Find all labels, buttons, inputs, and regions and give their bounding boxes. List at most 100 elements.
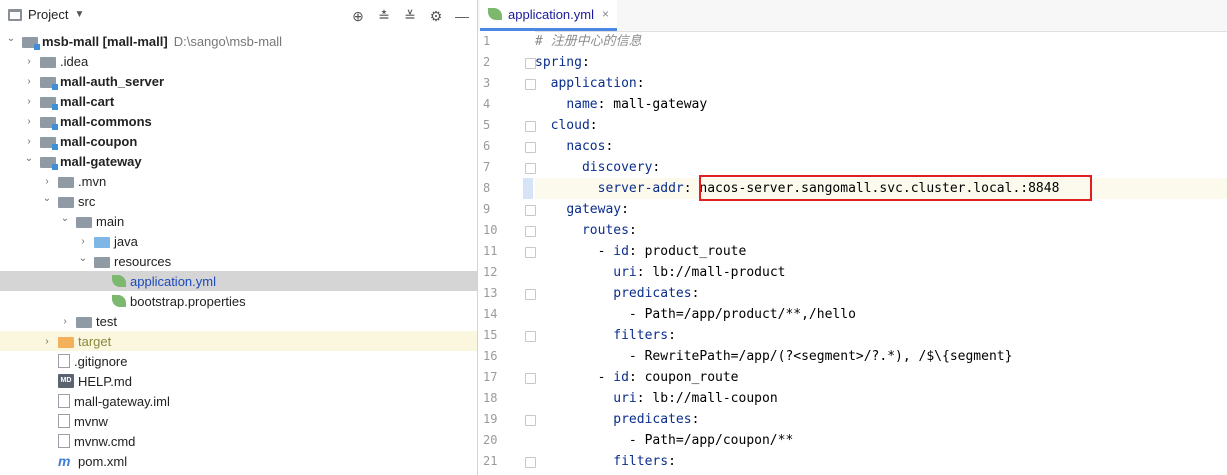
tree-item-label: mall-coupon	[60, 133, 138, 149]
code-line: - id: product_route	[535, 241, 1227, 262]
tree-item[interactable]: mall-gateway.iml	[0, 391, 477, 411]
close-icon[interactable]: ×	[602, 7, 609, 21]
spring-leaf-icon	[112, 295, 126, 307]
code-line: - Path=/app/product/**,/hello	[535, 304, 1227, 325]
chevron-right-icon[interactable]: ›	[58, 316, 72, 327]
code-line: - RewritePath=/app/(?<segment>/?.*), /$\…	[535, 346, 1227, 367]
folder-icon	[58, 196, 74, 208]
tree-item[interactable]: › target	[0, 331, 477, 351]
tree-item-label: .idea	[60, 53, 89, 69]
collapse-all-icon[interactable]: ≚	[403, 7, 417, 25]
tree-item[interactable]: MD HELP.md	[0, 371, 477, 391]
module-folder-icon	[22, 36, 40, 50]
crosshair-icon[interactable]: ⊕	[351, 7, 365, 25]
tree-item[interactable]: application.yml	[0, 271, 477, 291]
chevron-right-icon[interactable]: ›	[76, 236, 90, 247]
code-token: :	[652, 160, 661, 175]
expand-all-icon[interactable]: ≛	[377, 7, 391, 25]
tree-item-label: resources	[114, 253, 172, 269]
chevron-right-icon[interactable]: ›	[22, 136, 36, 147]
code-token: filters	[613, 454, 669, 469]
chevron-right-icon[interactable]: ›	[22, 96, 36, 107]
tree-item[interactable]: bootstrap.properties	[0, 291, 477, 311]
chevron-down-icon[interactable]: ⌄	[4, 33, 18, 44]
code-token: :	[605, 139, 614, 154]
maven-icon: m	[58, 453, 71, 469]
folder-icon	[76, 216, 92, 228]
tab-application-yml[interactable]: application.yml ×	[480, 0, 618, 31]
file-icon	[58, 414, 70, 428]
code-line: predicates:	[535, 409, 1227, 430]
project-tree: ⌄ msb-mall [mall-mall] D:\sango\msb-mall ›.…	[0, 31, 477, 471]
project-icon	[8, 8, 22, 21]
code-token: application	[550, 76, 637, 91]
tree-item[interactable]: › .idea	[0, 51, 477, 71]
chevron-down-icon[interactable]: ⌄	[22, 153, 36, 164]
chevron-right-icon[interactable]: ›	[22, 56, 36, 67]
code-line: # 注册中心的信息	[535, 31, 1227, 52]
tree-item[interactable]: › test	[0, 311, 477, 331]
code-token: filters	[613, 328, 669, 343]
tree-item[interactable]: ⌄ main	[0, 211, 477, 231]
code-token: cloud	[550, 118, 590, 133]
tree-item[interactable]: › mall-auth_server	[0, 71, 477, 91]
folder-icon	[76, 316, 92, 328]
current-line-marker	[523, 178, 533, 199]
chevron-down-icon[interactable]: ⌄	[76, 253, 90, 264]
code-token: discovery	[581, 160, 653, 175]
tree-item-label: mall-commons	[60, 113, 152, 129]
code-line: filters:	[535, 451, 1227, 472]
tree-item-label: mall-gateway	[60, 153, 142, 169]
code-area[interactable]: # 注册中心的信息 spring: application: name: mall…	[535, 31, 1227, 475]
source-folder-icon	[94, 236, 110, 248]
module-folder-icon	[40, 136, 58, 150]
project-view-selector[interactable]: Project ▼	[8, 7, 84, 22]
tree-item[interactable]: mvnw.cmd	[0, 431, 477, 451]
editor-panel: application.yml × 1 2 3 4 5 6 7 8 9 10 11 12 13 14 15 1…	[478, 0, 1227, 475]
editor-tabbar: application.yml ×	[478, 0, 1227, 32]
line-number: 12	[483, 265, 498, 279]
chevron-down-icon[interactable]: ⌄	[40, 193, 54, 204]
code-token: :	[668, 328, 676, 343]
tree-item-label: bootstrap.properties	[130, 293, 246, 309]
chevron-right-icon[interactable]: ›	[22, 116, 36, 127]
tree-item[interactable]: ⌄ src	[0, 191, 477, 211]
code-token: # 注册中心的信息	[535, 34, 642, 49]
file-icon	[58, 394, 70, 408]
tree-item[interactable]: › mall-commons	[0, 111, 477, 131]
spring-leaf-icon	[112, 275, 126, 287]
chevron-right-icon[interactable]: ›	[40, 176, 54, 187]
tree-item-label: mall-cart	[60, 93, 115, 109]
chevron-right-icon[interactable]: ›	[22, 76, 36, 87]
code-token: predicates	[613, 412, 692, 427]
code-token: spring	[535, 55, 582, 70]
tree-item[interactable]: › mall-cart	[0, 91, 477, 111]
tree-item[interactable]: ⌄ mall-gateway	[0, 151, 477, 171]
tree-item[interactable]: m pom.xml	[0, 451, 477, 471]
code-token: :	[691, 412, 700, 427]
tree-item[interactable]: › .mvn	[0, 171, 477, 191]
code-token: server-addr	[597, 181, 684, 196]
tree-item[interactable]: ⌄ resources	[0, 251, 477, 271]
tree-item[interactable]: › mall-coupon	[0, 131, 477, 151]
tree-item-label: mvnw.cmd	[74, 433, 136, 449]
code-token: : lb://mall-coupon	[636, 391, 778, 406]
tree-item[interactable]: mvnw	[0, 411, 477, 431]
minimize-icon[interactable]: —	[455, 7, 469, 25]
gear-icon[interactable]: ⚙	[429, 7, 443, 25]
chevron-right-icon[interactable]: ›	[40, 336, 54, 347]
code-line: uri: lb://mall-product	[535, 262, 1227, 283]
code-token: - RewritePath=/app/(?<segment>/?.*), /$\…	[535, 349, 1013, 364]
chevron-down-icon[interactable]: ⌄	[58, 213, 72, 224]
tree-item[interactable]: › java	[0, 231, 477, 251]
tree-item-label: .gitignore	[74, 353, 128, 369]
code-line: predicates:	[535, 283, 1227, 304]
tree-item[interactable]: ⌄ msb-mall [mall-mall] D:\sango\msb-mall	[0, 31, 477, 51]
tree-item[interactable]: .gitignore	[0, 351, 477, 371]
code-token: nacos	[566, 139, 606, 154]
